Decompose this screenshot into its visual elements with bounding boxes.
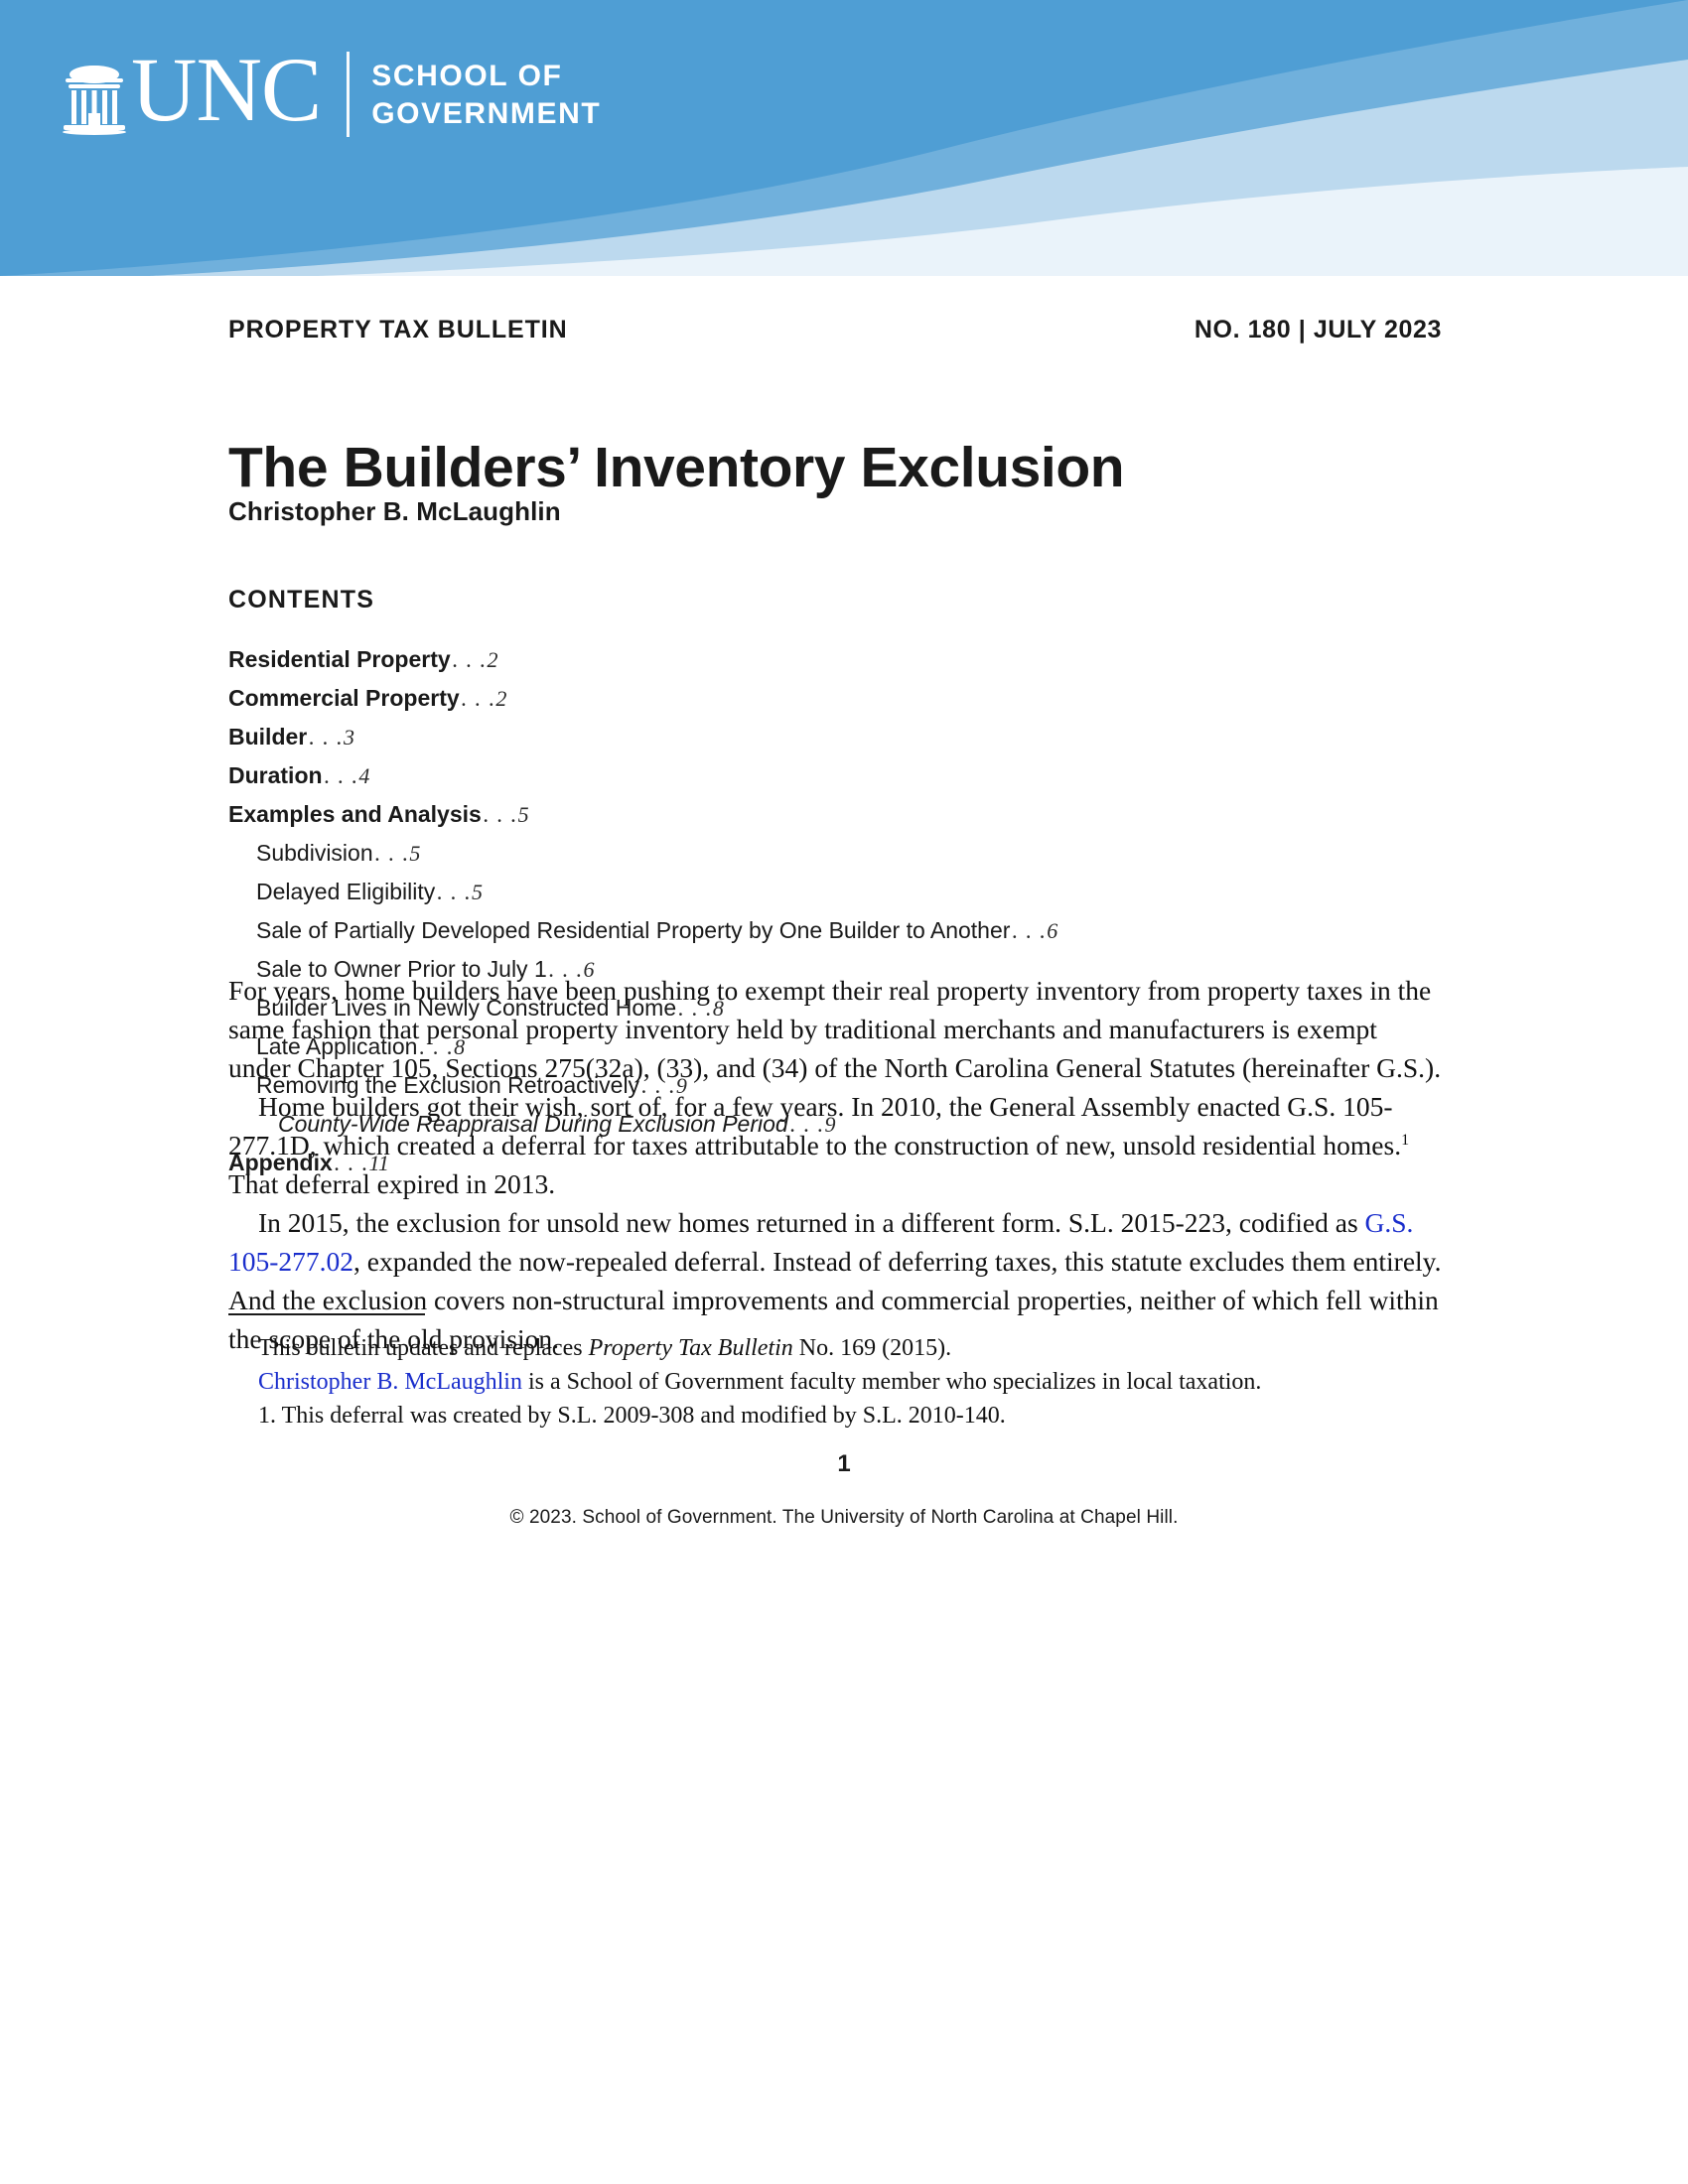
footnote-marker-1[interactable]: 1 [1401,1132,1409,1149]
page-header-banner: UNC SCHOOL OF GOVERNMENT [0,0,1688,276]
toc-entry[interactable]: Builder. . .3 [228,718,1442,756]
toc-leader: . . . [452,647,488,672]
old-well-icon [63,66,126,135]
toc-leader: . . . [309,725,344,750]
footnote-update-a: This bulletin updates and replaces [258,1335,589,1361]
toc-entry[interactable]: Subdivision. . .5 [228,834,1442,873]
toc-entry-label: Examples and Analysis [228,801,482,827]
toc-leader: . . . [324,763,359,788]
toc-entry-page: 5 [409,841,421,866]
author-byline: Christopher B. McLaughlin [228,496,561,526]
toc-leader: . . . [483,802,518,827]
school-line-1: SCHOOL OF [371,60,563,92]
toc-entry-label: Sale of Partially Developed Residential … [256,917,1011,943]
page-number: 1 [837,1450,851,1477]
toc-leader: . . . [1012,918,1048,943]
school-of-government-wordmark: SCHOOL OF GOVERNMENT [371,58,601,133]
toc-entry-page: 3 [343,725,354,750]
bulletin-meta-row: PROPERTY TAX BULLETIN NO. 180 | JULY 202… [228,316,1442,344]
toc-entry-page: 5 [517,802,529,827]
toc-entry-label: Duration [228,762,323,788]
toc-entry-page: 6 [1047,918,1058,943]
toc-entry-label: Delayed Eligibility [256,879,436,904]
footnotes-block: This bulletin updates and replaces Prope… [228,1313,1442,1433]
toc-entry[interactable]: Residential Property. . .2 [228,640,1442,679]
toc-entry[interactable]: Delayed Eligibility. . .5 [228,873,1442,911]
toc-entry-page: 5 [472,880,483,904]
toc-entry-label: Commercial Property [228,685,460,711]
toc-entry-label: Subdivision [256,840,373,866]
unc-wordmark: UNC [131,39,322,140]
body-text: For years, home builders have been pushi… [228,971,1442,1358]
contents-heading: CONTENTS [228,586,375,614]
footnote-divider [228,1313,425,1315]
toc-leader: . . . [461,686,496,711]
toc-entry[interactable]: Sale of Partially Developed Residential … [228,911,1442,950]
toc-entry-page: 2 [487,647,498,672]
paragraph-2-text-b: That deferral expired in 2013. [228,1168,556,1199]
bulletin-series-label: PROPERTY TAX BULLETIN [228,316,568,343]
toc-leader: . . . [437,880,472,904]
paragraph-2: Home builders got their wish, sort of, f… [228,1087,1442,1203]
bulletin-issue-label: NO. 180 | JULY 2023 [1194,316,1442,343]
paragraph-1: For years, home builders have been pushi… [228,975,1442,1083]
toc-entry[interactable]: Commercial Property. . .2 [228,679,1442,718]
copyright-line: © 2023. School of Government. The Univer… [509,1507,1179,1528]
footnote-update-b: No. 169 (2015). [792,1335,952,1361]
paragraph-3-text-a: In 2015, the exclusion for unsold new ho… [258,1207,1365,1238]
toc-entry-page: 2 [495,686,507,711]
toc-entry-label: Residential Property [228,646,451,672]
toc-entry-page: 4 [358,763,370,788]
school-line-2: GOVERNMENT [371,97,602,130]
page-title: The Builders’ Inventory Exclusion [228,436,1125,500]
footnote-update-note: This bulletin updates and replaces Prope… [228,1331,1442,1365]
paragraph-2-text-a: Home builders got their wish, sort of, f… [228,1091,1402,1160]
footnote-author-note: Christopher B. McLaughlin is a School of… [228,1365,1442,1399]
toc-entry[interactable]: Duration. . .4 [228,756,1442,795]
footnote-bulletin-title: Property Tax Bulletin [588,1335,793,1361]
toc-entry[interactable]: Examples and Analysis. . .5 [228,795,1442,834]
lockup-divider [347,52,351,137]
footnote-1: 1. This deferral was created by S.L. 200… [258,1403,1006,1429]
toc-leader: . . . [374,841,410,866]
toc-entry-label: Builder [228,724,308,750]
footnote-author-rest: is a School of Government faculty member… [521,1369,1262,1395]
unc-sog-logo-lockup: UNC SCHOOL OF GOVERNMENT [62,44,601,137]
author-link[interactable]: Christopher B. McLaughlin [258,1369,522,1395]
